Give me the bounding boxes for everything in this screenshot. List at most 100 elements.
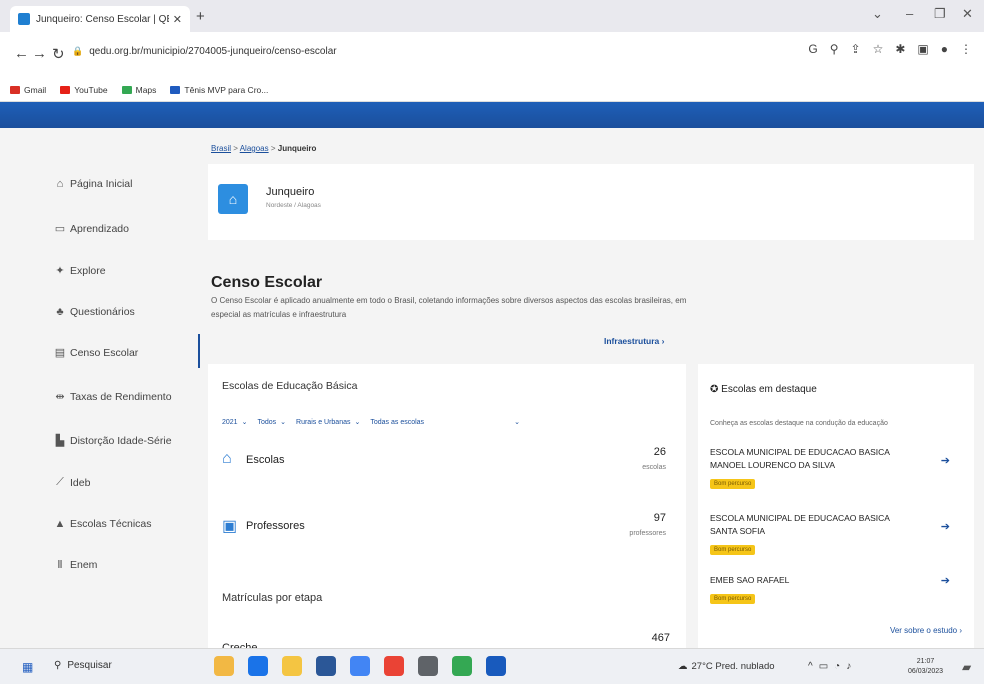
stat-professores-label: Professores	[246, 520, 305, 532]
sidebar-item-ideb[interactable]: ⟋ Ideb	[54, 476, 90, 489]
page-description: O Censo Escolar é aplicado anualmente em…	[211, 296, 687, 319]
highlight-subtitle: Conheça as escolas destaque na condução …	[710, 420, 888, 427]
tab-search-icon[interactable]: ⌄	[872, 6, 883, 22]
stat-escolas-value: 26	[653, 446, 666, 458]
filter-network[interactable]: Todos ⌄	[257, 418, 286, 426]
new-tab-button[interactable]: +	[196, 8, 205, 25]
sidebar-item-escolas-tecnicas[interactable]: ▲ Escolas Técnicas	[54, 518, 152, 530]
close-window-icon[interactable]: ✕	[962, 6, 973, 22]
explore-icon: ✦	[55, 265, 65, 277]
infraestrutura-link[interactable]: Infraestrutura ›	[604, 336, 664, 346]
bookmark-maps[interactable]: Maps	[121, 85, 156, 95]
sidebar-item-distorcao[interactable]: ▙ Distorção Idade-Série	[54, 434, 172, 448]
search-icon: ⚲	[54, 660, 62, 671]
active-indicator	[198, 334, 200, 368]
word-icon[interactable]	[486, 656, 506, 676]
google-icon[interactable]: G	[808, 42, 817, 56]
basic-education-card: Escolas de Educação Básica 2021 ⌄ Todos ⌄ …	[208, 364, 686, 654]
minimize-icon[interactable]: –	[906, 6, 913, 21]
menu-icon[interactable]: ⋮	[960, 42, 972, 56]
bookmark-youtube[interactable]: YouTube	[60, 85, 108, 95]
browser-tab[interactable]: Junqueiro: Censo Escolar | QEdu ✕	[10, 6, 190, 32]
store-icon[interactable]	[316, 656, 336, 676]
chrome-icon[interactable]	[350, 656, 370, 676]
arrow-right-icon[interactable]: ➔	[941, 454, 950, 467]
forward-icon[interactable]: →	[32, 45, 47, 62]
arrow-right-icon[interactable]: ➔	[941, 574, 950, 587]
sidebar-item-explore[interactable]: ✦ Explore	[54, 264, 105, 278]
school-building-icon: ⌂	[222, 450, 232, 467]
people-icon: ♣	[56, 306, 64, 318]
arrow-right-icon[interactable]: ➔	[941, 520, 950, 533]
chevron-down-icon: ⌄	[514, 419, 520, 426]
gmail-icon	[10, 85, 20, 94]
taskbar-apps	[214, 656, 506, 676]
school-badge: Bom percurso	[710, 594, 756, 604]
url-field[interactable]: 🔒 qedu.org.br/municipio/2704005-junqueir…	[72, 40, 792, 62]
sidebar-item-censo[interactable]: ▤ Censo Escolar	[54, 346, 138, 360]
tray-chevron-icon[interactable]: ^	[808, 661, 813, 672]
app3-icon[interactable]	[452, 656, 472, 676]
bookmark-gmail[interactable]: Gmail	[10, 85, 46, 95]
highlight-schools-card: ✪ Escolas em destaque Conheça as escolas…	[698, 364, 974, 654]
chevron-down-icon: ⌄	[354, 419, 361, 426]
address-bar: ← → ↻ 🔒 qedu.org.br/municipio/2704005-ju…	[0, 32, 984, 78]
breadcrumb-brasil[interactable]: Brasil	[211, 144, 231, 153]
star-icon[interactable]: ☆	[873, 42, 884, 56]
stat-escolas-unit: escolas	[642, 464, 666, 471]
distortion-icon: ▙	[55, 435, 65, 447]
census-icon: ▤	[54, 347, 66, 359]
explorer-icon[interactable]	[282, 656, 302, 676]
city-region: Nordeste / Alagoas	[266, 202, 321, 209]
back-icon[interactable]: ←	[14, 45, 29, 62]
sidebar-item-questionarios[interactable]: ♣ Questionários	[54, 306, 134, 318]
profile-icon[interactable]: ●	[941, 42, 948, 56]
filter-location[interactable]: Rurais e Urbanas ⌄	[296, 418, 360, 426]
sidebar-item-taxas[interactable]: ⇹ Taxas de Rendimento	[54, 390, 171, 404]
filter-schools[interactable]: Todas as escolas ⌄	[370, 418, 520, 426]
lock-icon: 🔒	[72, 45, 84, 56]
book-icon: ▭	[54, 223, 66, 235]
sidebar-item-aprendizado[interactable]: ▭ Aprendizado	[54, 222, 129, 236]
notification-icon[interactable]: ▰	[962, 660, 971, 674]
stat-escolas-label: Escolas	[246, 454, 285, 466]
breadcrumb-alagoas[interactable]: Alagoas	[240, 144, 269, 153]
highlight-school-1[interactable]: ESCOLA MUNICIPAL DE EDUCACAO BASICA MANO…	[710, 446, 960, 490]
ver-estudo-link[interactable]: Ver sobre o estudo ›	[890, 626, 962, 635]
app-icon[interactable]	[384, 656, 404, 676]
city-name: Junqueiro	[266, 186, 315, 198]
weather-widget[interactable]: ☁ 27°C Pred. nublado	[678, 661, 775, 672]
taskbar-search[interactable]: ⚲ Pesquisar	[54, 660, 112, 671]
wifi-icon[interactable]: ◔	[834, 661, 840, 672]
sidebar: ⌂ Página Inicial ▭ Aprendizado ✦ Explore ♣ Q…	[0, 128, 200, 648]
share-icon[interactable]: ⇪	[851, 42, 861, 56]
highlight-school-3[interactable]: EMEB SAO RAFAEL Bom percurso ➔	[710, 574, 960, 605]
trophy-icon: ✪	[710, 384, 722, 395]
clock[interactable]: 21:07 06/03/2023	[908, 657, 943, 677]
tab-close-icon[interactable]: ✕	[173, 13, 182, 26]
zoom-icon[interactable]: ⚲	[830, 42, 839, 56]
sidepanel-icon[interactable]: ▣	[917, 42, 928, 56]
reload-icon[interactable]: ↻	[52, 45, 65, 63]
taskbar: ▦ ⚲ Pesquisar ☁ 27°C Pred. nublado ^ ▭ ◔…	[0, 648, 984, 684]
sidebar-item-enem[interactable]: Ⅱ Enem	[54, 558, 97, 572]
sidebar-item-home[interactable]: ⌂ Página Inicial	[54, 178, 133, 190]
chevron-down-icon: ⌄	[241, 419, 248, 426]
chart-icon: ⟋	[56, 476, 64, 488]
breadcrumb: Brasil > Alagoas > Junqueiro	[211, 144, 317, 153]
battery-icon[interactable]: ▭	[819, 661, 828, 672]
maximize-icon[interactable]: ❐	[934, 6, 946, 22]
site-header	[0, 102, 984, 128]
extensions-icon[interactable]: ✱	[895, 42, 905, 56]
system-tray: ^ ▭ ◔ ♪	[808, 661, 851, 672]
qedu-favicon-icon	[18, 13, 30, 25]
volume-icon[interactable]: ♪	[846, 661, 851, 672]
edge-icon[interactable]	[248, 656, 268, 676]
windows-start-icon[interactable]: ▦	[22, 660, 33, 674]
taskview-icon[interactable]	[214, 656, 234, 676]
highlight-school-2[interactable]: ESCOLA MUNICIPAL DE EDUCACAO BASICA SANT…	[710, 512, 960, 556]
bookmark-tenis[interactable]: Tênis MVP para Cro...	[170, 85, 268, 95]
stat-professores: ▣ Professores 97 professores	[218, 506, 678, 546]
app2-icon[interactable]	[418, 656, 438, 676]
filter-year[interactable]: 2021 ⌄	[222, 418, 247, 426]
